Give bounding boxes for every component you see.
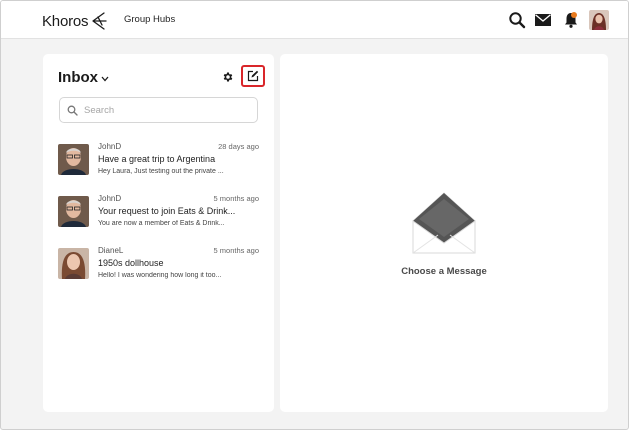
gear-icon[interactable] xyxy=(222,71,234,83)
logo-text: Khoros xyxy=(42,12,89,30)
search-icon[interactable] xyxy=(508,11,526,29)
khoros-mark-icon xyxy=(92,12,107,30)
avatar-image xyxy=(58,196,89,227)
message-preview: Hello! I was wondering how long it too..… xyxy=(98,272,222,279)
top-header: Khoros Group Hubs xyxy=(1,1,628,39)
message-item[interactable]: DianeL 5 months ago 1950s dollhouse Hell… xyxy=(58,246,261,286)
search-field[interactable] xyxy=(59,97,258,123)
mail-icon[interactable] xyxy=(534,12,552,28)
message-subject: Have a great trip to Argentina xyxy=(98,154,216,164)
message-item[interactable]: JohnD 5 months ago Your request to join … xyxy=(58,194,261,234)
compose-message-button[interactable] xyxy=(241,65,265,87)
inbox-panel: Inbox Search JohnD 28 days ago Have a gr… xyxy=(43,54,274,412)
avatar xyxy=(58,144,89,175)
open-envelope-icon xyxy=(412,192,476,254)
app-window: Khoros Group Hubs Inbox Search JohnD 28 … xyxy=(0,0,629,430)
compose-icon xyxy=(247,70,259,82)
nav-group-hubs[interactable]: Group Hubs xyxy=(124,14,175,25)
khoros-logo[interactable]: Khoros xyxy=(42,11,108,31)
notification-badge xyxy=(571,12,577,18)
avatar xyxy=(58,196,89,227)
user-avatar-image xyxy=(589,10,609,30)
message-sender: JohnD xyxy=(98,142,122,151)
message-subject: 1950s dollhouse xyxy=(98,258,164,268)
avatar-image xyxy=(58,248,89,279)
empty-state-text: Choose a Message xyxy=(401,266,487,277)
message-time: 5 months ago xyxy=(213,194,259,203)
message-detail-panel: Choose a Message xyxy=(280,54,608,412)
message-item[interactable]: JohnD 28 days ago Have a great trip to A… xyxy=(58,142,261,182)
message-preview: Hey Laura, Just testing out the private … xyxy=(98,168,224,175)
user-avatar[interactable] xyxy=(589,10,609,30)
search-icon xyxy=(67,105,78,116)
avatar xyxy=(58,248,89,279)
message-sender: DianeL xyxy=(98,246,124,255)
message-preview: You are now a member of Eats & Drink... xyxy=(98,220,225,227)
inbox-dropdown[interactable]: Inbox xyxy=(58,69,109,86)
inbox-title: Inbox xyxy=(58,69,98,86)
message-sender: JohnD xyxy=(98,194,122,203)
message-time: 28 days ago xyxy=(218,142,259,151)
search-input[interactable] xyxy=(84,101,252,119)
message-subject: Your request to join Eats & Drink... xyxy=(98,206,236,216)
chevron-down-icon xyxy=(101,76,109,81)
message-time: 5 months ago xyxy=(213,246,259,255)
avatar-image xyxy=(58,144,89,175)
